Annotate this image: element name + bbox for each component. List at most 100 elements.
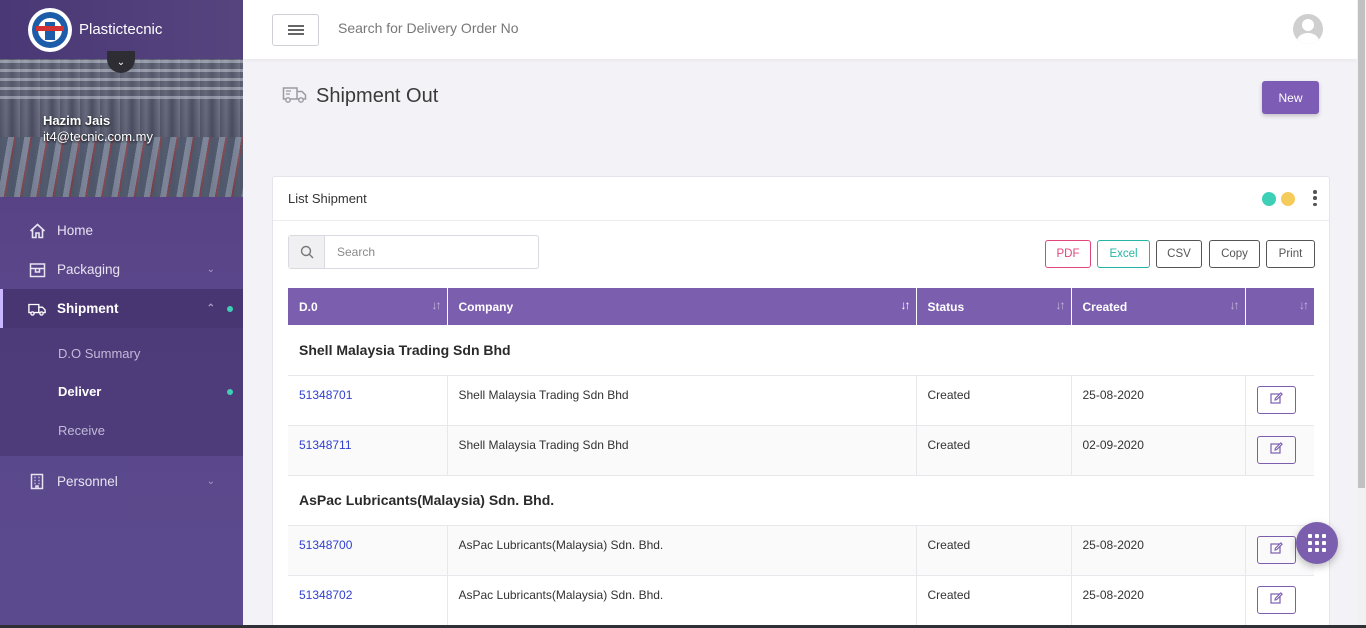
- sidebar-item-label: Shipment: [57, 301, 119, 316]
- status-cell: Created: [916, 575, 1072, 626]
- status-cell: Created: [916, 525, 1072, 576]
- company-cell: Shell Malaysia Trading Sdn Bhd: [447, 375, 917, 426]
- edit-button[interactable]: [1256, 535, 1296, 564]
- table-row[interactable]: 51348702 AsPac Lubricants(Malaysia) Sdn. …: [288, 575, 1314, 626]
- search-icon: [289, 236, 325, 268]
- copy-button[interactable]: Copy: [1209, 240, 1260, 268]
- do-cell: 51348700: [288, 525, 448, 576]
- sidebar-item-label: Personnel: [57, 473, 118, 489]
- column-header-status[interactable]: Status ↓↑: [916, 288, 1072, 325]
- company-cell: AsPac Lubricants(Malaysia) Sdn. Bhd.: [447, 525, 917, 576]
- box-icon: [28, 261, 46, 279]
- page-header: Shipment Out: [282, 84, 438, 109]
- home-icon: [28, 222, 46, 240]
- status-dot-yellow[interactable]: [1281, 192, 1295, 206]
- edit-button[interactable]: [1256, 585, 1296, 614]
- active-dot: [227, 388, 233, 395]
- profile-panel: ⌄ Hazim Jais it4@tecnic.com.my: [0, 51, 243, 197]
- shipment-submenu: D.O Summary Deliver Receive: [0, 328, 243, 456]
- sidebar-item-label: Packaging: [57, 262, 121, 277]
- actions-cell: [1245, 375, 1314, 426]
- list-shipment-card: List Shipment Search PDF Excel CSV Copy …: [272, 176, 1330, 628]
- hamburger-icon: [287, 25, 304, 35]
- delivery-order-search-input[interactable]: Search for Delivery Order No: [338, 20, 519, 36]
- pdf-button[interactable]: PDF: [1045, 240, 1091, 268]
- sidebar-item-shipment[interactable]: Shipment ⌃: [0, 289, 243, 328]
- user-email: it4@tecnic.com.my: [43, 129, 153, 144]
- do-cell: 51348701: [288, 375, 448, 426]
- page-title: Shipment Out: [316, 85, 439, 107]
- user-name: Hazim Jais: [43, 113, 111, 128]
- sidebar: Plastictecnic ⌄ Hazim Jais it4@tecnic.co…: [0, 0, 243, 628]
- brand-logo-icon: [28, 7, 72, 52]
- company-cell: Shell Malaysia Trading Sdn Bhd: [447, 425, 917, 476]
- csv-button[interactable]: CSV: [1156, 240, 1202, 268]
- do-cell: 51348702: [288, 575, 448, 626]
- created-cell: 25-08-2020: [1071, 575, 1246, 626]
- building-icon: [28, 472, 46, 490]
- do-link[interactable]: 51348700: [299, 538, 352, 552]
- table-group-row: Shell Malaysia Trading Sdn Bhd: [288, 325, 1314, 376]
- edit-icon: [1269, 542, 1283, 557]
- do-link[interactable]: 51348711: [299, 438, 352, 452]
- search-input[interactable]: Search: [325, 236, 375, 268]
- sidebar-nav: Home Packaging ⌄ Shipment ⌃ D.O Summary …: [0, 197, 243, 501]
- edit-icon: [1269, 392, 1283, 407]
- apps-grid-button[interactable]: [1296, 522, 1338, 564]
- sort-icon: ↓↑: [1229, 298, 1240, 312]
- sidebar-item-home[interactable]: Home: [0, 211, 243, 250]
- company-cell: AsPac Lubricants(Malaysia) Sdn. Bhd.: [447, 575, 917, 626]
- sidebar-item-personnel[interactable]: Personnel ⌄: [0, 462, 243, 501]
- created-cell: 25-08-2020: [1071, 525, 1246, 576]
- sort-icon: ↓↑: [1299, 298, 1309, 312]
- menu-toggle-button[interactable]: [272, 14, 319, 46]
- status-cell: Created: [916, 375, 1072, 426]
- sidebar-subitem-deliver[interactable]: Deliver: [0, 373, 243, 412]
- chevron-down-icon: ⌄: [206, 475, 215, 487]
- table-row[interactable]: 51348701 Shell Malaysia Trading Sdn Bhd Cr…: [288, 375, 1314, 426]
- do-cell: 51348711: [288, 425, 448, 476]
- created-cell: 02-09-2020: [1071, 425, 1246, 476]
- edit-icon: [1269, 592, 1283, 607]
- column-header-company[interactable]: Company ↓↑: [447, 288, 917, 325]
- status-cell: Created: [916, 425, 1072, 476]
- sort-asc-icon: ↓↑: [900, 298, 911, 312]
- actions-cell: [1245, 425, 1314, 476]
- more-options-icon[interactable]: [1313, 190, 1317, 206]
- truck-icon: [282, 84, 307, 109]
- table-header-row: D.0 ↓↑ Company ↓↑ Status ↓↑ Created ↓↑ ↓↑: [288, 288, 1314, 325]
- sidebar-subitem-receive[interactable]: Receive: [0, 411, 243, 450]
- edit-button[interactable]: [1256, 385, 1296, 414]
- sidebar-subitem-label: Deliver: [58, 384, 102, 400]
- sidebar-subitem-do-summary[interactable]: D.O Summary: [0, 334, 243, 373]
- sort-icon: ↓↑: [1055, 298, 1066, 312]
- column-header-created[interactable]: Created ↓↑: [1071, 288, 1246, 325]
- column-header-actions[interactable]: ↓↑: [1245, 288, 1314, 325]
- table-row[interactable]: 51348700 AsPac Lubricants(Malaysia) Sdn. …: [288, 525, 1314, 576]
- new-button[interactable]: New: [1262, 81, 1319, 114]
- chevron-up-icon: ⌃: [206, 303, 215, 314]
- created-cell: 25-08-2020: [1071, 375, 1246, 426]
- sidebar-item-label: Home: [57, 223, 94, 238]
- table-group-row: AsPac Lubricants(Malaysia) Sdn. Bhd.: [288, 475, 1314, 526]
- status-dot-teal[interactable]: [1262, 192, 1276, 206]
- truck-icon: [28, 300, 46, 318]
- avatar[interactable]: [1293, 14, 1323, 44]
- sidebar-item-packaging[interactable]: Packaging ⌄: [0, 250, 243, 289]
- excel-button[interactable]: Excel: [1097, 240, 1150, 268]
- column-header-do[interactable]: D.0 ↓↑: [288, 288, 448, 325]
- edit-icon: [1269, 442, 1283, 457]
- print-button[interactable]: Print: [1266, 240, 1315, 268]
- group-name: Shell Malaysia Trading Sdn Bhd: [288, 325, 1314, 376]
- do-link[interactable]: 51348702: [299, 588, 352, 602]
- scrollbar[interactable]: [1357, 0, 1366, 628]
- table-row[interactable]: 51348711 Shell Malaysia Trading Sdn Bhd Cr…: [288, 425, 1314, 476]
- actions-cell: [1245, 575, 1314, 626]
- do-link[interactable]: 51348701: [299, 388, 352, 402]
- active-dot: [227, 305, 233, 312]
- edit-button[interactable]: [1256, 435, 1296, 464]
- table-search[interactable]: Search: [288, 235, 539, 269]
- brand-name: Plastictecnic: [79, 21, 163, 38]
- card-title: List Shipment: [288, 191, 367, 206]
- group-name: AsPac Lubricants(Malaysia) Sdn. Bhd.: [288, 475, 1314, 526]
